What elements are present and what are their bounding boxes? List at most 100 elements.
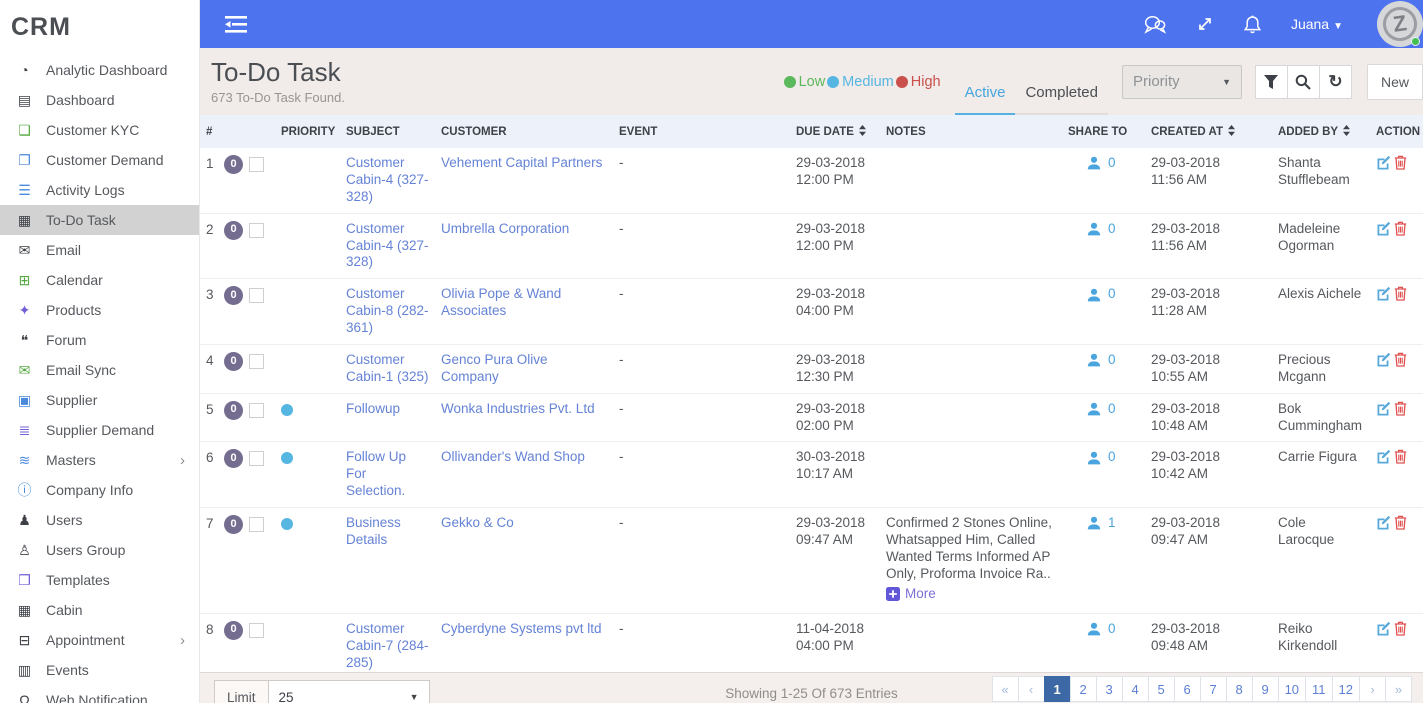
priority-filter-select[interactable]: Priority ▼ [1121,64,1242,99]
refresh-button[interactable]: ↻ [1318,64,1352,99]
customer-link[interactable]: Genco Pura Olive Company [441,352,548,384]
edit-icon[interactable] [1376,621,1391,641]
sort-icon[interactable] [1342,125,1351,136]
customer-link[interactable]: Olivia Pope & Wand Associates [441,286,561,318]
tab-completed[interactable]: Completed [1015,84,1108,115]
share-to-button[interactable]: 0 [1068,286,1116,303]
sidebar-item-activity-logs[interactable]: ☰ Activity Logs [0,175,199,205]
subject-link[interactable]: Customer Cabin-8 (282-361) [346,286,429,335]
share-to-button[interactable]: 0 [1068,155,1116,172]
delete-icon[interactable] [1394,449,1407,469]
customer-link[interactable]: Umbrella Corporation [441,221,569,236]
page-button-9[interactable]: 9 [1251,676,1279,702]
sidebar-item-events[interactable]: ▥ Events [0,655,199,685]
page-first-button[interactable]: « [991,676,1019,702]
row-checkbox[interactable] [249,622,264,638]
sidebar-item-email[interactable]: ✉ Email [0,235,199,265]
page-button-5[interactable]: 5 [1147,676,1175,702]
subject-link[interactable]: Followup [346,401,400,416]
limit-select[interactable]: 25 ▼ [267,680,430,703]
edit-icon[interactable] [1376,515,1391,535]
page-button-7[interactable]: 7 [1199,676,1227,702]
customer-link[interactable]: Gekko & Co [441,515,514,530]
customer-link[interactable]: Cyberdyne Systems pvt ltd [441,621,602,636]
sidebar-item-products[interactable]: ✦ Products [0,295,199,325]
page-button-8[interactable]: 8 [1225,676,1253,702]
tab-active[interactable]: Active [954,84,1016,115]
share-to-button[interactable]: 0 [1068,221,1116,238]
edit-icon[interactable] [1376,449,1391,469]
fullscreen-icon[interactable] [1196,15,1214,33]
chat-icon[interactable] [1143,15,1166,34]
sidebar-item-supplier[interactable]: ▣ Supplier [0,385,199,415]
share-to-button[interactable]: 0 [1068,621,1116,638]
sidebar-item-email-sync[interactable]: ✉ Email Sync [0,355,199,385]
customer-link[interactable]: Wonka Industries Pvt. Ltd [441,401,595,416]
column-header-due[interactable]: DUE DATE [790,115,880,148]
sidebar-item-to-do-task[interactable]: ▦ To-Do Task [0,205,199,235]
subject-link[interactable]: Customer Cabin-4 (327-328) [346,155,429,204]
new-task-button[interactable]: New [1366,63,1423,100]
page-button-11[interactable]: 11 [1305,676,1333,702]
page-button-1[interactable]: 1 [1043,676,1071,702]
delete-icon[interactable] [1394,155,1407,175]
avatar[interactable]: Z [1377,1,1423,47]
page-next-button[interactable]: › [1359,676,1386,702]
share-to-button[interactable]: 0 [1068,352,1116,369]
delete-icon[interactable] [1394,352,1407,372]
sidebar-item-analytic-dashboard[interactable]: ◔ Analytic Dashboard [0,55,199,85]
sidebar-item-web-notification[interactable]: Ω Web Notification [0,685,199,703]
subject-link[interactable]: Follow Up For Selection. [346,449,406,498]
sidebar-toggle-button[interactable] [224,15,247,33]
row-checkbox[interactable] [249,402,264,418]
delete-icon[interactable] [1394,401,1407,421]
page-button-10[interactable]: 10 [1277,676,1307,702]
sidebar-item-forum[interactable]: ❝ Forum [0,325,199,355]
page-button-6[interactable]: 6 [1173,676,1201,702]
edit-icon[interactable] [1376,221,1391,241]
row-checkbox[interactable] [249,451,264,467]
sort-icon[interactable] [858,125,867,136]
row-checkbox[interactable] [249,157,264,172]
delete-icon[interactable] [1394,286,1407,306]
edit-icon[interactable] [1376,401,1391,421]
sidebar-item-masters[interactable]: ≋ Masters › [0,445,199,475]
column-header-added[interactable]: ADDED BY [1272,115,1370,148]
delete-icon[interactable] [1394,621,1407,641]
row-checkbox[interactable] [249,517,264,532]
sidebar-item-cabin[interactable]: ▦ Cabin [0,595,199,625]
sidebar-item-company-info[interactable]: ⓘ Company Info [0,475,199,505]
sidebar-item-templates[interactable]: ❒ Templates [0,565,199,595]
filter-button[interactable] [1254,64,1288,99]
edit-icon[interactable] [1376,286,1391,306]
edit-icon[interactable] [1376,155,1391,175]
customer-link[interactable]: Vehement Capital Partners [441,155,602,170]
page-button-3[interactable]: 3 [1095,676,1123,702]
page-button-2[interactable]: 2 [1069,676,1097,702]
user-menu[interactable]: Juana ▼ [1291,16,1343,32]
customer-link[interactable]: Ollivander's Wand Shop [441,449,585,464]
bell-icon[interactable] [1243,15,1261,34]
page-prev-button[interactable]: ‹ [1017,676,1045,702]
share-to-button[interactable]: 1 [1068,515,1116,532]
row-checkbox[interactable] [249,288,264,304]
column-header-created[interactable]: CREATED AT [1145,115,1272,148]
share-to-button[interactable]: 0 [1068,401,1116,418]
sidebar-item-customer-demand[interactable]: ❐ Customer Demand [0,145,199,175]
more-button[interactable]: More [886,586,936,603]
sidebar-item-users-group[interactable]: ♙ Users Group [0,535,199,565]
share-to-button[interactable]: 0 [1068,449,1116,466]
page-button-12[interactable]: 12 [1331,676,1360,702]
delete-icon[interactable] [1394,221,1407,241]
sidebar-item-supplier-demand[interactable]: ≣ Supplier Demand [0,415,199,445]
page-last-button[interactable]: » [1385,676,1412,702]
page-button-4[interactable]: 4 [1121,676,1149,702]
subject-link[interactable]: Customer Cabin-7 (284-285) [346,621,429,670]
sidebar-item-dashboard[interactable]: ▤ Dashboard [0,85,199,115]
sort-icon[interactable] [1227,125,1236,136]
edit-icon[interactable] [1376,352,1391,372]
row-checkbox[interactable] [249,353,264,369]
search-button[interactable] [1286,64,1320,99]
delete-icon[interactable] [1394,515,1407,535]
sidebar-item-calendar[interactable]: ⊞ Calendar [0,265,199,295]
